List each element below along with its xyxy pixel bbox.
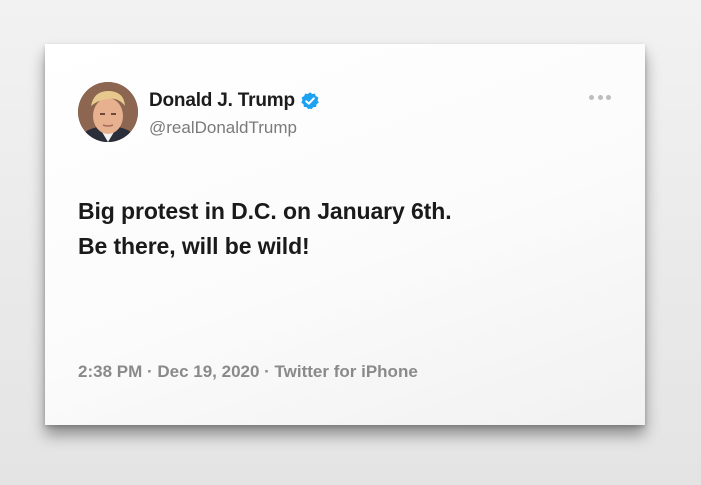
ellipsis-dot [597, 94, 603, 100]
tweet-timestamp[interactable]: 2:38 PM · Dec 19, 2020 · Twitter for iPh… [78, 362, 418, 382]
tweet-card[interactable]: Donald J. Trump @realDonaldTrump Big pro… [45, 44, 645, 425]
author-row: Donald J. Trump [149, 88, 320, 114]
avatar-photo [78, 82, 138, 142]
ellipsis-dot [589, 94, 594, 100]
tweet-text-line: Big protest in D.C. on January 6th. [78, 198, 452, 224]
avatar[interactable] [78, 82, 138, 142]
verified-badge-icon [300, 91, 320, 111]
ellipsis-dot [606, 94, 611, 100]
tweet-text: Big protest in D.C. on January 6th. Be t… [78, 194, 618, 264]
tweet-text-line: Be there, will be wild! [78, 233, 310, 259]
author-display-name[interactable]: Donald J. Trump [149, 90, 295, 112]
ellipsis-icon[interactable] [589, 92, 611, 102]
author-handle[interactable]: @realDonaldTrump [149, 118, 297, 138]
